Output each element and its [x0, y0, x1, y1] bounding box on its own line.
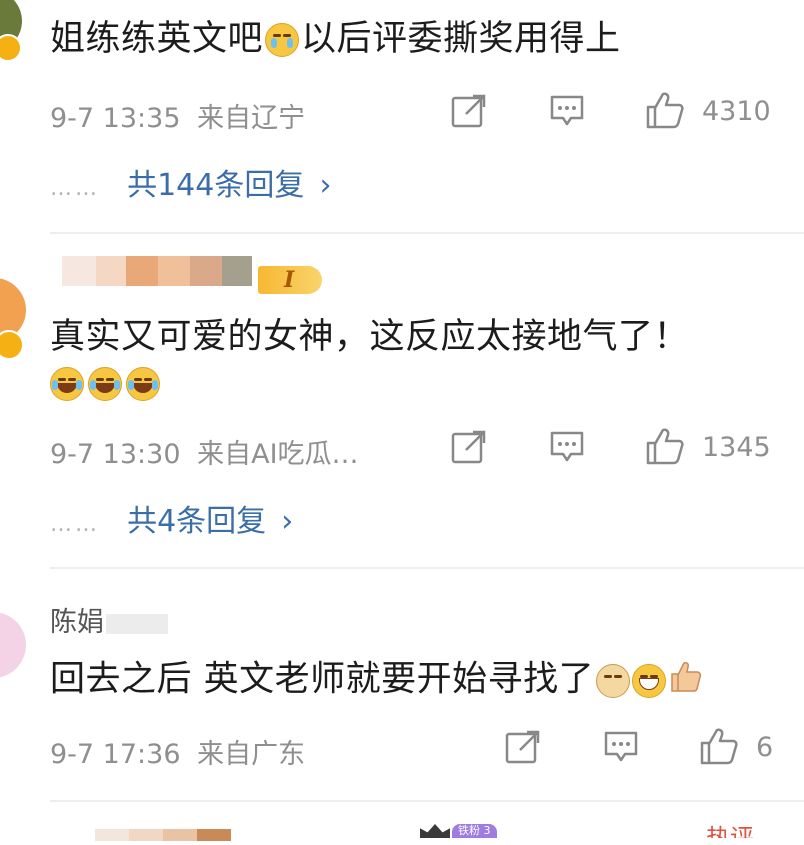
thumbs-up-emoji: [668, 660, 702, 701]
comment-date: 9-7 13:30: [50, 439, 181, 470]
like-count: 1345: [702, 432, 771, 463]
reply-row[interactable]: …… 共4条回复 ›: [50, 496, 293, 540]
comment-meta: 9-7 13:35 来自辽宁: [50, 96, 305, 135]
emoji-row: [50, 367, 160, 401]
crown-icon: [420, 824, 450, 838]
laugh-cry-emoji: [50, 367, 84, 401]
comment-location: 来自AI吃瓜…: [197, 439, 359, 470]
doge-emoji: [596, 663, 631, 698]
comment-meta: 9-7 13:30 来自AI吃瓜…: [50, 432, 359, 471]
like-icon[interactable]: [699, 726, 739, 766]
reply-dots: ……: [50, 176, 100, 201]
like-count: 6: [756, 732, 774, 763]
shy-face-emoji: [265, 23, 300, 57]
reply-count-link[interactable]: 共4条回复: [127, 504, 266, 539]
verified-badge-icon: [0, 330, 24, 360]
laugh-cry-emoji: [88, 367, 122, 401]
laugh-cry-emoji: [126, 367, 160, 401]
comment-icon[interactable]: [549, 94, 585, 128]
comment-text: 回去之后 英文老师就要开始寻找了: [50, 660, 702, 701]
fan-badge: 铁粉 3: [452, 824, 497, 838]
comment-location: 来自辽宁: [197, 103, 306, 134]
username-blurred[interactable]: [95, 826, 231, 845]
avatar[interactable]: [0, 612, 26, 678]
verified-badge-icon: [0, 34, 22, 62]
divider: [50, 800, 804, 802]
username-blurred[interactable]: [62, 256, 252, 290]
share-icon[interactable]: [451, 94, 487, 128]
comment-meta: 9-7 17:36 来自广东: [50, 732, 305, 771]
chevron-right-icon: ›: [281, 504, 294, 539]
divider: [50, 567, 804, 569]
comment-icon[interactable]: [603, 730, 639, 764]
like-icon[interactable]: [645, 90, 685, 130]
comment-icon[interactable]: [549, 430, 585, 464]
reply-dots: ……: [50, 512, 100, 537]
share-icon[interactable]: [451, 430, 487, 464]
comment-date: 9-7 13:35: [50, 103, 181, 134]
reply-count-link[interactable]: 共144条回复: [127, 168, 304, 203]
share-icon[interactable]: [505, 730, 541, 764]
comment-text: 真实又可爱的女神，这反应太接地气了！: [50, 317, 690, 357]
level-badge-text: I: [284, 267, 295, 293]
comment-location: 来自广东: [197, 739, 306, 770]
divider: [50, 232, 804, 234]
like-count: 4310: [702, 96, 771, 127]
hot-comment-label: 热评: [706, 824, 754, 838]
grin-emoji: [632, 663, 667, 698]
level-badge: I: [258, 266, 322, 294]
like-icon[interactable]: [645, 426, 685, 466]
reply-row[interactable]: …… 共144条回复 ›: [50, 160, 331, 204]
username[interactable]: 陈娟: [50, 600, 168, 639]
comment-date: 9-7 17:36: [50, 739, 181, 770]
comment-text: 姐练练英文吧 以后评委撕奖用得上: [50, 19, 621, 59]
chevron-right-icon: ›: [319, 168, 332, 203]
